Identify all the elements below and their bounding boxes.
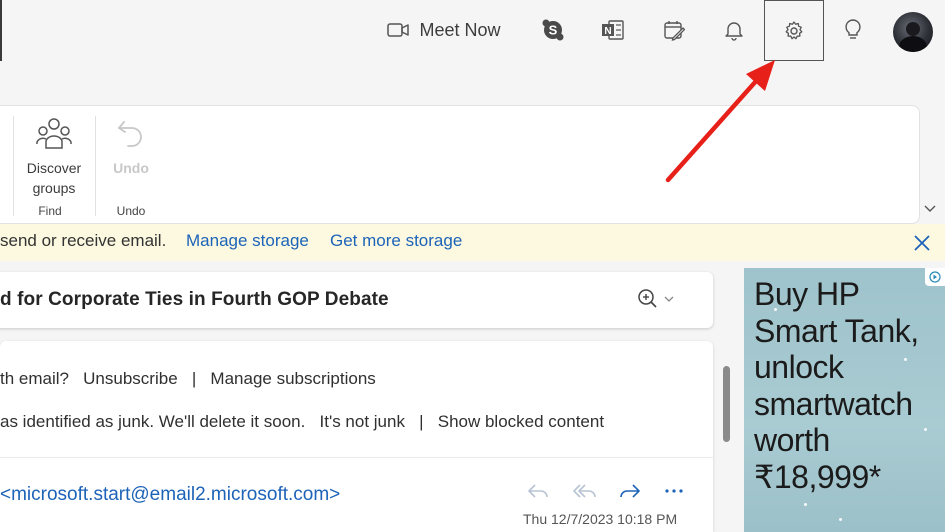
separator: | (419, 412, 424, 431)
more-icon (665, 489, 683, 493)
skype-button[interactable]: S (538, 8, 568, 52)
svg-text:S: S (549, 23, 558, 38)
top-header: Meet Now S N (0, 0, 945, 61)
decorative-sparkle (839, 518, 842, 521)
account-avatar[interactable] (893, 12, 933, 52)
settings-button[interactable] (764, 0, 824, 61)
adchoices-icon (929, 271, 941, 283)
junk-notice-row: as identified as junk. We'll delete it s… (0, 412, 604, 432)
planner-icon (664, 21, 685, 41)
ribbon-group-undo: Undo Undo (96, 106, 166, 225)
undo-icon (118, 121, 142, 147)
lightbulb-icon (845, 19, 861, 39)
junk-notice: as identified as junk. We'll delete it s… (0, 412, 306, 431)
bell-icon (725, 22, 743, 41)
ad-line: smartwatch (754, 385, 913, 422)
manage-subscriptions-link[interactable]: Manage subscriptions (210, 369, 375, 388)
ribbon-expand-chevron-icon[interactable] (920, 201, 940, 217)
people-group-icon (36, 118, 72, 149)
forward-button[interactable] (616, 478, 644, 504)
onenote-icon: N (602, 20, 624, 40)
undo-button[interactable]: Undo (96, 112, 166, 200)
close-icon[interactable] (910, 231, 934, 255)
outlook-window: Meet Now S N Discover groups Find Undo U… (0, 0, 945, 532)
command-ribbon: Discover groups Find Undo Undo (0, 105, 920, 224)
email-subject: d for Corporate Ties in Fourth GOP Debat… (0, 289, 389, 310)
ad-headline: Buy HP Smart Tank, unlock smartwatch wor… (754, 276, 919, 495)
scrollbar-thumb[interactable] (723, 366, 730, 442)
ad-line: ₹18,999* (754, 458, 881, 495)
discover-label-line1: Discover (26, 160, 82, 176)
get-more-storage-link[interactable]: Get more storage (330, 231, 462, 251)
avatar-head-shape (906, 22, 920, 36)
separator: | (191, 369, 197, 388)
tips-button[interactable] (838, 8, 868, 52)
notifications-button[interactable] (719, 8, 749, 52)
reply-all-button[interactable] (570, 478, 598, 504)
storage-warning-message: send or receive email. (0, 231, 167, 250)
manage-storage-link[interactable]: Manage storage (186, 231, 309, 251)
not-junk-link[interactable]: It's not junk (320, 412, 405, 431)
svg-text:N: N (604, 26, 611, 37)
undo-group-label: Undo (116, 204, 146, 218)
unsubscribe-row: th email? Unsubscribe | Manage subscript… (0, 369, 376, 389)
ad-line: Smart Tank, (754, 312, 919, 349)
reply-button[interactable] (524, 478, 552, 504)
onenote-button[interactable]: N (598, 8, 628, 52)
reply-all-icon (573, 484, 596, 498)
more-actions-button[interactable] (660, 478, 688, 504)
message-reading-pane: th email? Unsubscribe | Manage subscript… (0, 341, 713, 532)
meet-now-label: Meet Now (419, 19, 501, 40)
storage-warning-banner: send or receive email. Manage storage Ge… (0, 224, 945, 261)
reply-icon (528, 484, 548, 498)
zoom-icon[interactable] (634, 286, 680, 312)
planner-button[interactable] (659, 8, 689, 52)
window-edge (0, 0, 2, 61)
undo-label: Undo (113, 160, 149, 176)
ad-line: worth (754, 422, 830, 458)
decorative-sparkle (924, 428, 927, 431)
discover-label-line2: groups (32, 180, 76, 196)
ad-line: Buy HP (754, 276, 860, 312)
decorative-sparkle (804, 503, 807, 506)
ad-line: unlock (754, 349, 844, 385)
ribbon-group-find: Discover groups Find (19, 106, 89, 225)
unsubscribe-prompt: th email? (0, 369, 69, 388)
video-camera-icon (387, 23, 410, 37)
avatar-body-shape (899, 36, 927, 52)
adchoices-badge[interactable] (925, 268, 945, 286)
forward-icon (620, 484, 640, 498)
unsubscribe-link[interactable]: Unsubscribe (83, 369, 178, 388)
email-subject-card: d for Corporate Ties in Fourth GOP Debat… (0, 272, 713, 328)
show-blocked-content-link[interactable]: Show blocked content (438, 412, 604, 431)
received-date: Thu 12/7/2023 10:18 PM (523, 511, 678, 527)
meet-now-button[interactable]: Meet Now (374, 8, 514, 52)
ribbon-separator (13, 116, 14, 216)
skype-icon: S (542, 19, 564, 41)
find-group-label: Find (38, 204, 62, 218)
discover-groups-button[interactable]: Discover groups (19, 112, 89, 200)
header-divider (0, 457, 713, 458)
sender-address[interactable]: <microsoft.start@email2.microsoft.com> (0, 484, 340, 506)
advertisement-panel[interactable]: Buy HP Smart Tank, unlock smartwatch wor… (744, 268, 945, 532)
gear-icon (785, 20, 803, 39)
